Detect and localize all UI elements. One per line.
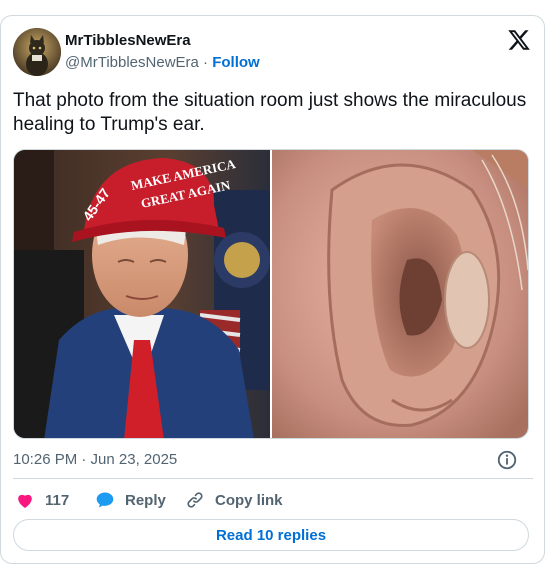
read-replies-button[interactable]: Read 10 replies: [13, 519, 529, 551]
like-button[interactable]: 117: [15, 488, 69, 512]
link-icon: [187, 492, 203, 508]
cat-avatar-icon: [13, 28, 61, 76]
copy-link-button[interactable]: Copy link: [185, 488, 283, 512]
photo-ear-closeup-icon: [272, 150, 528, 438]
tweet-card: MrTibblesNewEra @MrTibblesNewEra · Follo…: [0, 15, 545, 564]
info-icon[interactable]: [496, 449, 518, 471]
media-right-photo[interactable]: [272, 150, 528, 438]
tweet-header: MrTibblesNewEra @MrTibblesNewEra · Follo…: [13, 28, 533, 78]
reply-button[interactable]: Reply: [95, 488, 166, 512]
author-handle-line: @MrTibblesNewEra · Follow: [65, 53, 260, 73]
author-handle[interactable]: @MrTibblesNewEra: [65, 54, 199, 71]
tweet-media[interactable]: MAKE AMERICA GREAT AGAIN 45-47: [13, 149, 529, 439]
reply-bubble-icon: [96, 492, 114, 508]
handle-separator: ·: [203, 54, 209, 71]
author-info: MrTibblesNewEra @MrTibblesNewEra · Follo…: [65, 31, 260, 73]
like-count: 117: [45, 491, 70, 509]
media-left-photo[interactable]: MAKE AMERICA GREAT AGAIN 45-47: [14, 150, 270, 438]
photo-man-red-cap-icon: MAKE AMERICA GREAT AGAIN 45-47: [14, 150, 270, 438]
author-display-name[interactable]: MrTibblesNewEra: [65, 31, 260, 51]
tweet-timestamp[interactable]: 10:26 PM · Jun 23, 2025: [13, 450, 177, 470]
heart-icon: [18, 494, 32, 508]
action-bar: 117 Reply Copy link: [13, 488, 533, 512]
x-logo-icon[interactable]: [507, 28, 531, 52]
reply-label: Reply: [125, 491, 166, 509]
follow-button[interactable]: Follow: [212, 54, 260, 71]
avatar[interactable]: [13, 28, 61, 76]
copy-link-label: Copy link: [215, 491, 283, 509]
tweet-text: That photo from the situation room just …: [13, 90, 527, 135]
divider: [13, 478, 533, 479]
